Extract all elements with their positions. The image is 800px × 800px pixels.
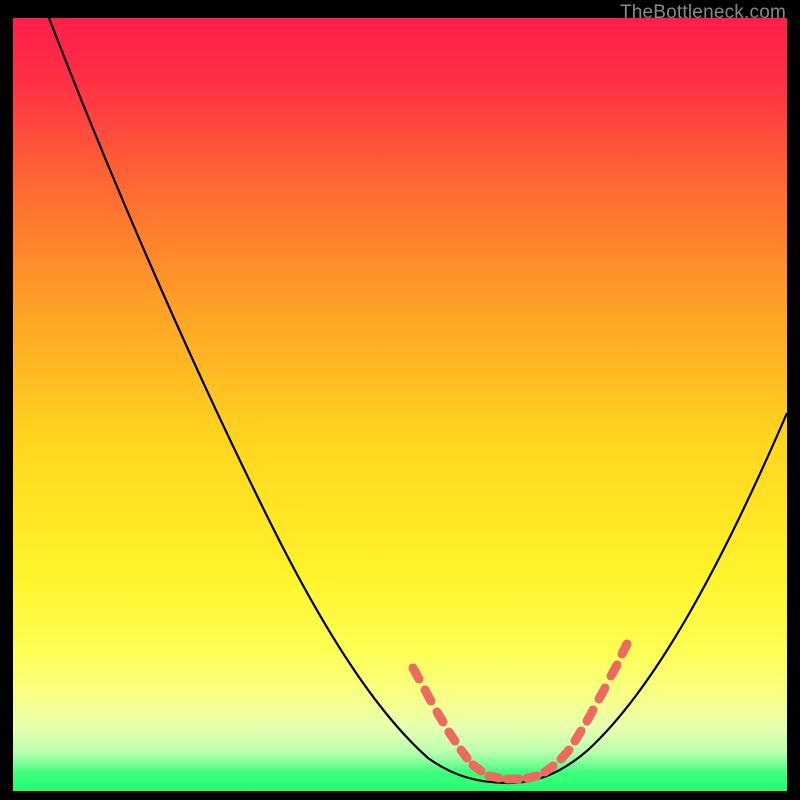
gradient-background <box>13 18 787 791</box>
attribution-text: TheBottleneck.com <box>620 2 786 24</box>
bottleneck-chart <box>13 18 787 791</box>
chart-frame <box>13 18 787 791</box>
